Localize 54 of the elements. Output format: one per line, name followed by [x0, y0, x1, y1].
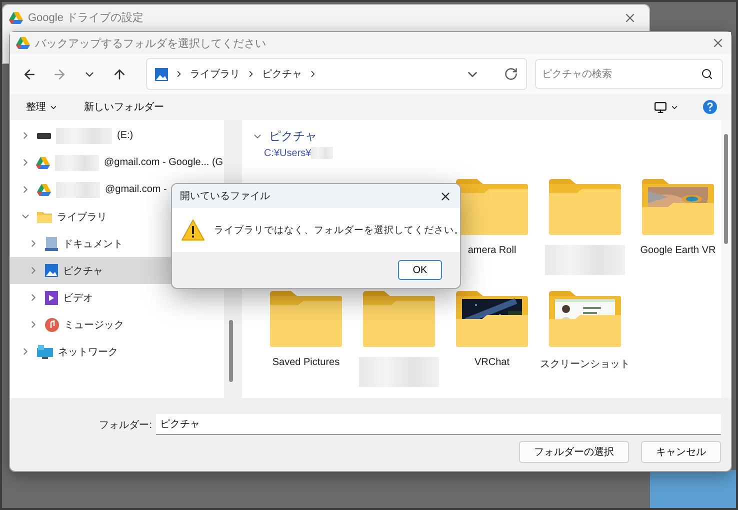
ok-button[interactable]: OK [398, 260, 442, 280]
network-icon [37, 344, 53, 358]
dialog-title: バックアップするフォルダを選択してください [35, 36, 267, 50]
google-drive-icon [36, 156, 50, 168]
close-icon[interactable] [439, 190, 452, 202]
document-icon [45, 236, 58, 250]
view-icon[interactable] [654, 100, 667, 114]
sidebar-item[interactable]: @gmail.com - Google... (G: [10, 149, 224, 176]
folder-name-field[interactable]: ピクチャ [156, 414, 721, 435]
new-folder-button[interactable]: 新しいフォルダー [82, 98, 166, 116]
sidebar-item[interactable]: ミュージック [10, 311, 224, 338]
forward-arrow-icon[interactable] [52, 66, 66, 82]
folder-icon [363, 291, 435, 347]
scrollbar-thumb [229, 320, 233, 382]
organize-button[interactable]: 整理 [24, 98, 60, 116]
folder-icon [456, 179, 528, 235]
picture-icon [155, 68, 168, 80]
select-folder-button[interactable]: フォルダーの選択 [519, 441, 629, 463]
warning-icon [181, 219, 205, 241]
dialog-title: 開いているファイル [180, 190, 271, 203]
window-title: Google ドライブの設定 [28, 10, 145, 25]
folder-name[interactable]: Google Earth VR [640, 245, 716, 256]
search-icon [701, 68, 713, 80]
search-field[interactable]: ピクチャの検索 [535, 59, 723, 89]
folder-icon [270, 291, 342, 347]
picture-folder-icon [549, 291, 621, 347]
folder-name[interactable]: Saved Pictures [272, 357, 340, 368]
help-icon[interactable] [703, 100, 717, 114]
sidebar-item[interactable]: (E:) [10, 122, 224, 149]
drive-icon [37, 132, 51, 138]
picture-folder-icon [456, 291, 528, 347]
folder-icon [549, 179, 621, 235]
message-text: ライブラリではなく、フォルダーを選択してください。 [214, 224, 460, 236]
folder-name[interactable]: スクリーンショット [540, 357, 630, 371]
address-bar[interactable]: ライブラリ ピクチャ [146, 58, 527, 90]
music-icon [45, 318, 59, 332]
folder-label: フォルダー: [98, 418, 152, 432]
google-drive-icon [16, 37, 30, 49]
group-header[interactable]: ピクチャ [269, 128, 317, 145]
folder-path: C:¥Users¥ [264, 148, 312, 158]
cancel-button[interactable]: キャンセル [641, 441, 721, 463]
google-drive-icon [9, 12, 23, 24]
breadcrumb[interactable]: ピクチャ [262, 67, 302, 81]
breadcrumb[interactable]: ライブラリ [190, 67, 240, 81]
refresh-icon[interactable] [504, 67, 518, 81]
sidebar-item[interactable]: ビデオ [10, 284, 224, 311]
picture-folder-icon [642, 179, 714, 235]
sidebar-item[interactable]: ネットワーク [10, 338, 224, 365]
video-icon [45, 290, 58, 304]
folder-name[interactable]: amera Roll [468, 245, 516, 256]
folder-name[interactable]: VRChat [474, 357, 510, 368]
google-drive-icon [37, 184, 51, 196]
folder-icon [37, 210, 52, 222]
picture-icon [45, 264, 58, 277]
